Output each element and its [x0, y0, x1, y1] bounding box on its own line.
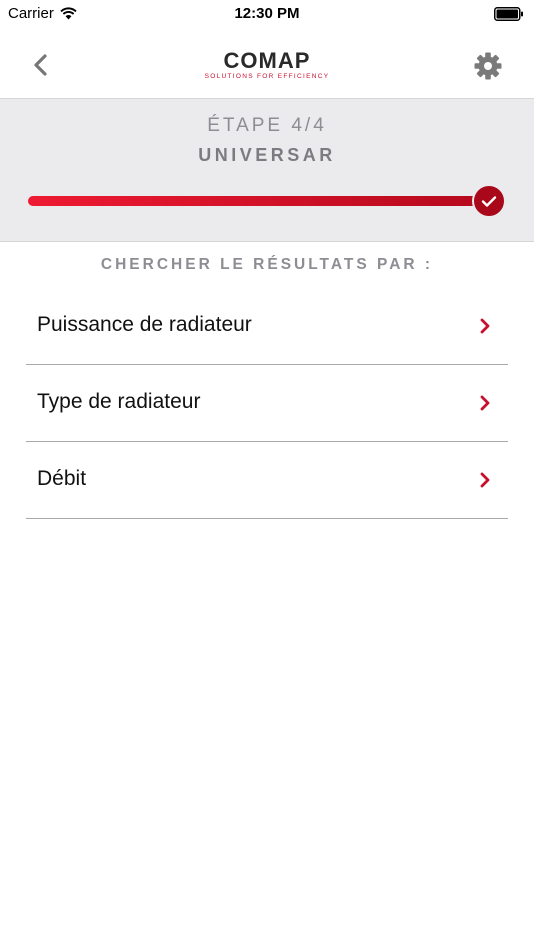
option-list: Puissance de radiateur Type de radiateur… [26, 288, 508, 519]
check-icon [481, 195, 497, 207]
step-name: UNIVERSAR [198, 145, 336, 165]
nav-bar: COMAP SOLUTIONS FOR EFFICIENCY [0, 30, 534, 99]
step-header: ÉTAPE 4/4 UNIVERSAR [0, 99, 534, 242]
status-bar: Carrier 12:30 PM [0, 0, 534, 30]
settings-button[interactable] [472, 50, 504, 82]
logo-tagline: SOLUTIONS FOR EFFICIENCY [204, 73, 330, 80]
chevron-right-icon [480, 395, 490, 411]
option-puissance-radiateur[interactable]: Puissance de radiateur [26, 288, 508, 365]
logo-wordmark: COMAP [223, 48, 311, 73]
option-type-radiateur[interactable]: Type de radiateur [26, 365, 508, 442]
option-debit[interactable]: Débit [26, 442, 508, 519]
chevron-right-icon [480, 472, 490, 488]
progress-bar [28, 196, 506, 206]
gear-icon [474, 52, 502, 80]
comap-logo: COMAP SOLUTIONS FOR EFFICIENCY [0, 50, 534, 81]
option-label: Puissance de radiateur [37, 313, 252, 336]
step-counter: ÉTAPE 4/4 [207, 115, 327, 136]
chevron-right-icon [480, 318, 490, 334]
battery-icon [494, 7, 523, 21]
step-complete-badge [472, 184, 506, 218]
progress-fill [28, 196, 506, 206]
option-label: Débit [37, 467, 87, 490]
status-time: 12:30 PM [234, 5, 300, 22]
option-label: Type de radiateur [37, 390, 201, 413]
section-title: CHERCHER LE RÉSULTATS PAR : [100, 256, 434, 273]
